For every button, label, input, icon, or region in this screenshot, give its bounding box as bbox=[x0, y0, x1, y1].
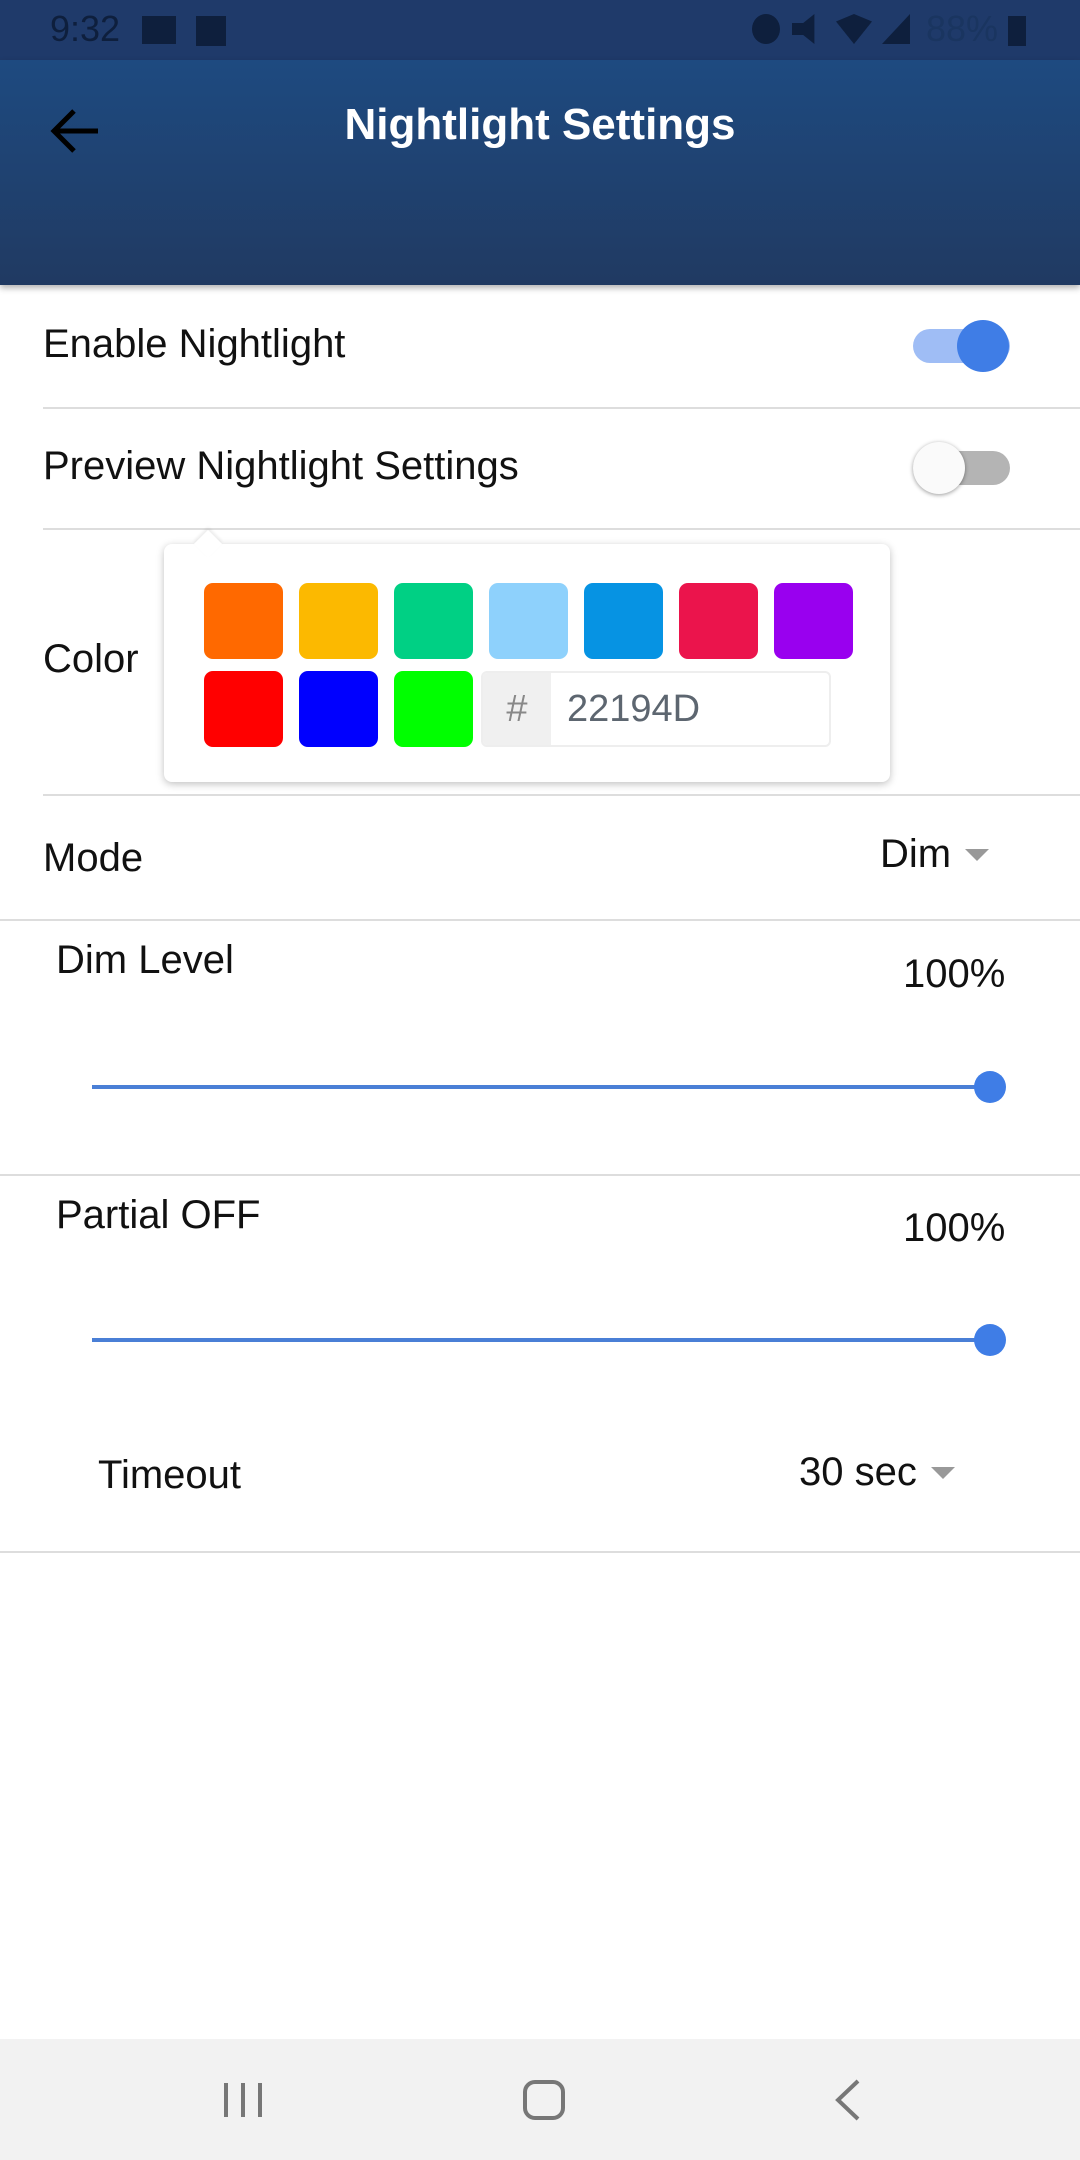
timeout-dropdown[interactable]: 30 sec bbox=[799, 1450, 955, 1495]
battery-charging-icon bbox=[1008, 16, 1026, 46]
toggle-knob bbox=[957, 320, 1009, 372]
mute-icon bbox=[792, 14, 815, 44]
color-swatch[interactable] bbox=[299, 671, 378, 747]
color-swatch[interactable] bbox=[774, 583, 853, 659]
toggle-knob bbox=[913, 442, 965, 494]
color-swatch[interactable] bbox=[299, 583, 378, 659]
partial-off-label: Partial OFF bbox=[56, 1193, 261, 1237]
app-header: Nightlight Settings bbox=[0, 60, 1080, 285]
timeout-label: Timeout bbox=[98, 1453, 242, 1497]
partial-off-slider-track[interactable] bbox=[92, 1338, 990, 1342]
divider bbox=[43, 407, 1080, 409]
chevron-down-icon bbox=[930, 1466, 955, 1479]
hex-input[interactable]: 22194D bbox=[567, 673, 700, 745]
preview-nightlight-toggle[interactable] bbox=[913, 442, 1010, 494]
enable-nightlight-label: Enable Nightlight bbox=[43, 322, 346, 366]
signal-icon bbox=[882, 14, 910, 44]
dim-level-label: Dim Level bbox=[56, 938, 234, 982]
divider bbox=[43, 794, 1080, 796]
mail-icon bbox=[142, 16, 176, 44]
dim-level-slider-thumb[interactable] bbox=[974, 1071, 1006, 1103]
timeout-value: 30 sec bbox=[799, 1450, 917, 1494]
home-button[interactable] bbox=[523, 2080, 565, 2120]
divider bbox=[0, 1551, 1080, 1553]
color-label: Color bbox=[43, 637, 139, 681]
back-nav-button[interactable] bbox=[832, 2079, 862, 2121]
battery-percent: 88% bbox=[926, 8, 999, 49]
color-swatch[interactable] bbox=[394, 671, 473, 747]
mode-value: Dim bbox=[880, 832, 952, 876]
preview-nightlight-label: Preview Nightlight Settings bbox=[43, 444, 519, 488]
recent-apps-button[interactable] bbox=[222, 2081, 264, 2119]
hex-input-group: # 22194D bbox=[481, 671, 831, 747]
divider bbox=[43, 528, 1080, 530]
chevron-down-icon bbox=[965, 848, 990, 861]
wifi-icon bbox=[836, 14, 872, 44]
color-swatch[interactable] bbox=[679, 583, 758, 659]
color-swatch[interactable] bbox=[204, 583, 283, 659]
hash-prefix: # bbox=[483, 673, 551, 745]
mode-label: Mode bbox=[43, 836, 144, 880]
popup-arrow bbox=[193, 529, 223, 559]
color-picker-popup: # 22194D bbox=[164, 529, 890, 782]
dim-level-slider-track[interactable] bbox=[92, 1085, 990, 1089]
alarm-icon bbox=[752, 14, 780, 44]
image-icon bbox=[196, 16, 226, 46]
divider bbox=[0, 919, 1080, 921]
status-time: 9:32 bbox=[50, 8, 121, 49]
color-swatch[interactable] bbox=[489, 583, 568, 659]
color-swatch[interactable] bbox=[584, 583, 663, 659]
page-title: Nightlight Settings bbox=[344, 100, 736, 149]
dim-level-value: 100% bbox=[903, 952, 1006, 996]
divider bbox=[0, 1174, 1080, 1176]
color-swatch[interactable] bbox=[204, 671, 283, 747]
partial-off-value: 100% bbox=[903, 1206, 1006, 1250]
partial-off-slider-thumb[interactable] bbox=[974, 1324, 1006, 1356]
mode-dropdown[interactable]: Dim bbox=[880, 832, 990, 877]
color-swatch[interactable] bbox=[394, 583, 473, 659]
system-nav-bar bbox=[0, 2039, 1080, 2160]
status-bar: 9:32 88% bbox=[0, 0, 1080, 60]
enable-nightlight-toggle[interactable] bbox=[913, 320, 1010, 372]
